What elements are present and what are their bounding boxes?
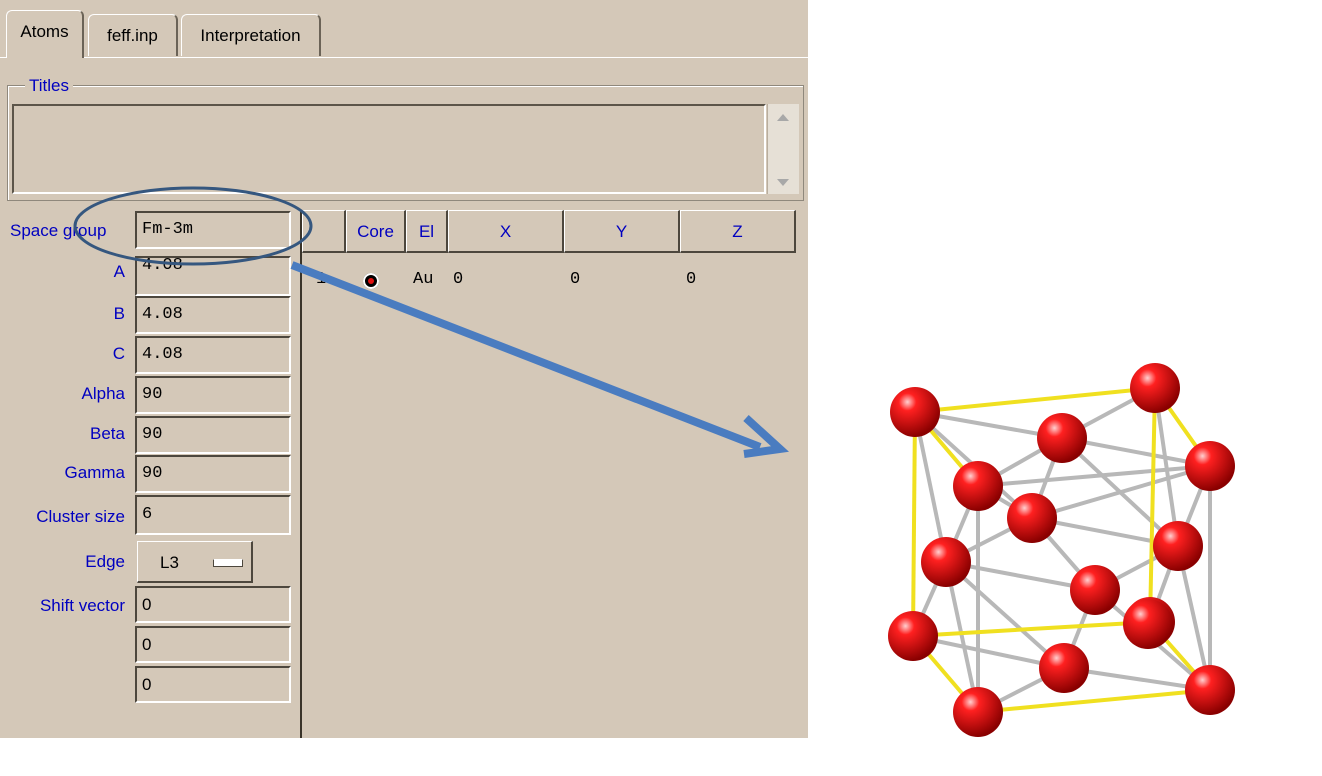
atom-sphere [1039,643,1089,693]
highlight-ellipse [73,186,313,266]
atom-sphere [921,537,971,587]
bond-line [912,620,1151,638]
atom-sphere [1037,413,1087,463]
atom-sphere [890,387,940,437]
atom-sphere [1007,493,1057,543]
atom-sphere [953,461,1003,511]
bond-line [1148,387,1157,623]
atom-sphere [1130,363,1180,413]
fcc-crystal-structure-image [888,363,1235,737]
atom-sphere [1123,599,1173,649]
bond-line [911,411,917,637]
annotation-overlay [73,186,1235,737]
atom-sphere [1070,565,1120,615]
atom-sphere [1185,441,1235,491]
atom-sphere [953,687,1003,737]
pointer-arrow-head-icon [743,415,789,458]
pointer-arrow-shaft [290,261,762,451]
atom-sphere [1185,665,1235,715]
atom-sphere [1153,521,1203,571]
tab-atoms[interactable]: Atoms [6,10,84,58]
atom-sphere [888,611,938,661]
